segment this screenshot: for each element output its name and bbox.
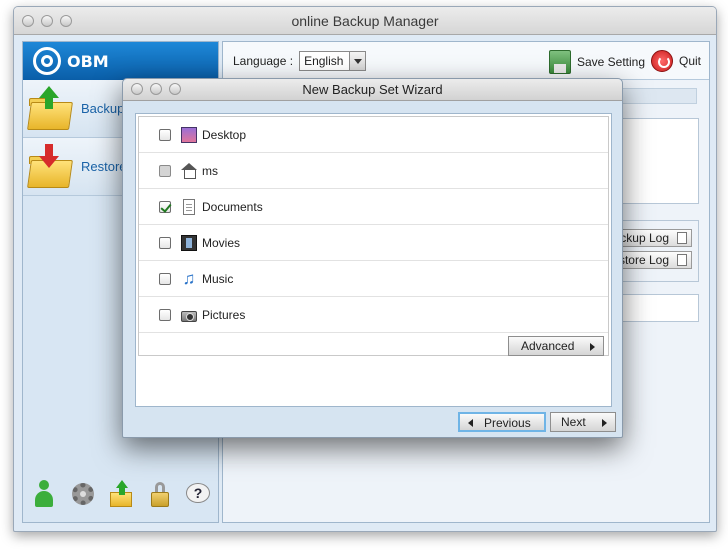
obm-logo-icon <box>33 47 61 75</box>
settings-gear-icon[interactable] <box>70 480 96 508</box>
info-panel <box>613 118 699 204</box>
sidebar-item-label: Backup <box>81 101 125 116</box>
close-window-button[interactable] <box>22 15 34 27</box>
document-icon <box>677 254 687 266</box>
zoom-dialog-button[interactable] <box>169 83 181 95</box>
previous-label: Previous <box>484 416 531 430</box>
checkbox-movies[interactable] <box>159 236 171 249</box>
advanced-label: Advanced <box>521 339 575 353</box>
chevron-right-icon <box>602 419 607 427</box>
log-buttons-box: Backup Log Restore Log <box>612 220 699 282</box>
window-controls <box>22 15 72 27</box>
previous-button[interactable]: Previous <box>458 412 546 432</box>
logo-bar: OBM <box>23 42 218 80</box>
dialog-title: New Backup Set Wizard <box>302 82 443 97</box>
list-item-desktop[interactable]: Desktop <box>139 117 608 153</box>
close-dialog-button[interactable] <box>131 83 143 95</box>
new-backup-set-wizard-dialog: New Backup Set Wizard Desktop ms Documen… <box>122 78 623 438</box>
quit-label: Quit <box>678 54 701 68</box>
checkbox-pictures[interactable] <box>159 308 171 321</box>
home-icon <box>181 162 197 179</box>
advanced-button[interactable]: Advanced <box>508 336 604 356</box>
list-item-label: Movies <box>202 235 241 250</box>
chevron-right-icon <box>590 343 595 351</box>
restore-log-button[interactable]: Restore Log <box>612 251 692 269</box>
chevron-left-icon <box>468 419 473 427</box>
user-icon[interactable] <box>31 480 57 508</box>
top-toolbar: Language : English Save Setting Quit <box>223 42 709 80</box>
list-item-documents[interactable]: Documents <box>139 189 608 225</box>
film-icon <box>181 234 197 251</box>
sidebar-bottom-toolbar: ? <box>31 480 211 508</box>
music-note-icon: ♫ <box>182 268 196 288</box>
power-icon <box>650 50 673 72</box>
floppy-disk-icon <box>548 50 571 74</box>
logo-text: OBM <box>67 51 109 71</box>
minimize-window-button[interactable] <box>41 15 53 27</box>
language-label: Language : <box>233 53 294 68</box>
camera-icon <box>181 311 197 322</box>
window-title: online Backup Manager <box>291 13 439 29</box>
dialog-body: Desktop ms Documents Movies ♫ Music Pict… <box>135 113 612 407</box>
lock-icon[interactable] <box>147 480 173 508</box>
header-strip <box>615 88 697 104</box>
list-item-movies[interactable]: Movies <box>139 225 608 261</box>
document-icon <box>677 232 687 244</box>
dialog-titlebar: New Backup Set Wizard <box>123 79 622 101</box>
next-label: Next <box>561 415 586 429</box>
list-item-pictures[interactable]: Pictures <box>139 297 608 333</box>
chevron-down-icon[interactable] <box>349 51 366 70</box>
list-item-label: Music <box>202 271 234 286</box>
status-panel <box>613 294 699 322</box>
list-item-music[interactable]: ♫ Music <box>139 261 608 297</box>
checkbox-documents[interactable] <box>159 200 171 213</box>
list-item-label: ms <box>202 163 218 178</box>
quit-button[interactable]: Quit <box>650 50 701 72</box>
backup-log-button[interactable]: Backup Log <box>612 229 692 247</box>
backup-folder-icon <box>27 85 73 132</box>
upload-folder-icon[interactable] <box>108 480 134 508</box>
list-item-label: Desktop <box>202 127 247 142</box>
checkbox-ms[interactable] <box>159 164 171 177</box>
list-item-label: Pictures <box>202 307 246 322</box>
document-icon <box>183 198 195 215</box>
zoom-window-button[interactable] <box>60 15 72 27</box>
save-setting-label: Save Setting <box>576 55 645 69</box>
checkbox-desktop[interactable] <box>159 128 171 141</box>
language-value: English <box>304 53 344 68</box>
help-icon[interactable]: ? <box>185 480 211 508</box>
desktop-icon <box>181 126 197 143</box>
minimize-dialog-button[interactable] <box>150 83 162 95</box>
next-button[interactable]: Next <box>550 412 616 432</box>
save-setting-button[interactable]: Save Setting <box>548 50 645 74</box>
folder-list: Desktop ms Documents Movies ♫ Music Pict… <box>138 116 609 356</box>
restore-folder-icon <box>27 143 73 190</box>
window-titlebar: online Backup Manager <box>14 7 716 35</box>
list-item-label: Documents <box>202 199 263 214</box>
sidebar-item-label: Restore <box>81 159 127 174</box>
checkbox-music[interactable] <box>159 272 171 285</box>
language-select[interactable]: English <box>299 50 367 71</box>
dialog-window-controls <box>131 83 181 95</box>
list-item-ms[interactable]: ms <box>139 153 608 189</box>
